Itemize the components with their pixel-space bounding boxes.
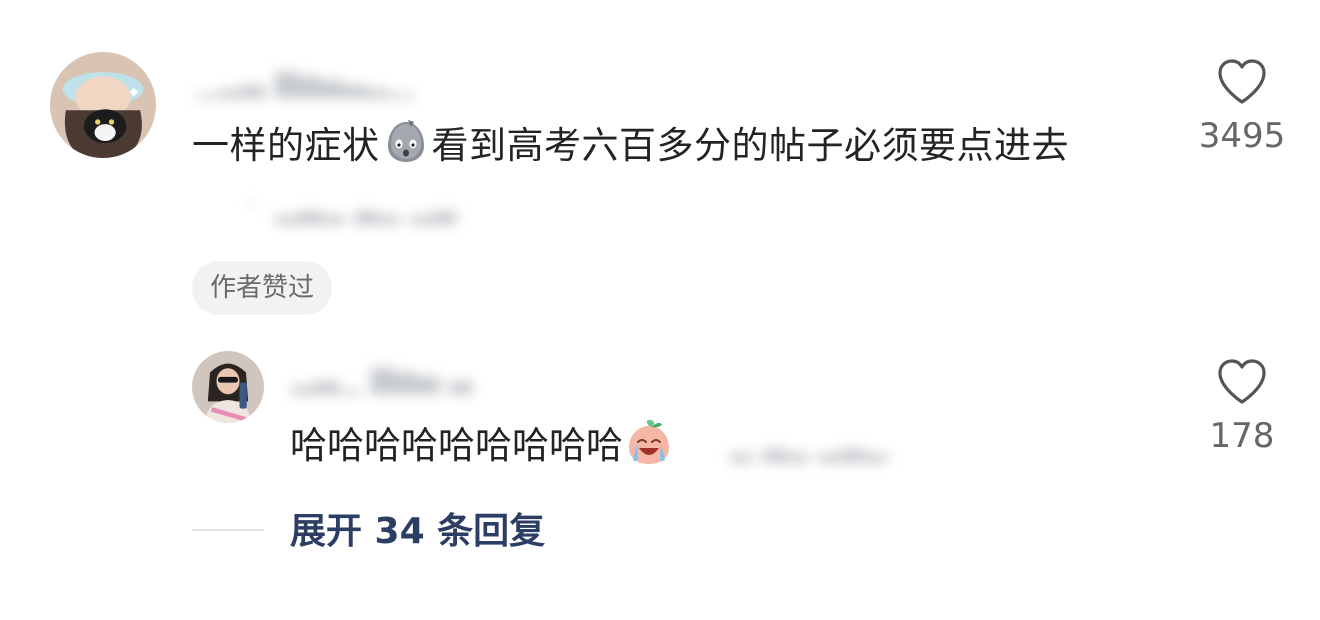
like-count: 178 — [1209, 416, 1275, 456]
reply-body: 哈哈哈哈哈哈哈哈哈 — [290, 416, 675, 476]
replier-avatar[interactable] — [192, 351, 264, 423]
blob-shocked-emoji-icon — [382, 118, 430, 166]
comment-text-part-2: 看到高考六百多分的帖子必须要点进去 — [431, 124, 1069, 167]
avatar-image — [192, 351, 264, 423]
comment-body: 一样的症状 看到高考六百多分的帖子必须要点进去 — [192, 114, 1132, 178]
divider — [192, 529, 264, 531]
reply-meta: ▂ ▃▂ ▂▃▂ — [730, 428, 888, 463]
reply-text: 哈哈哈哈哈哈哈哈哈 — [290, 424, 623, 467]
commenter-avatar[interactable] — [50, 52, 156, 158]
crying-laughing-peach-emoji-icon — [625, 418, 673, 466]
heart-icon[interactable] — [1216, 358, 1268, 406]
avatar-image — [50, 52, 156, 158]
expand-replies-button[interactable]: 展开 34 条回复 — [290, 502, 545, 554]
replier-name[interactable]: ▂▃▁ ▆▅▄ ▃ — [292, 360, 642, 396]
comment-like[interactable]: 3495 — [1196, 58, 1288, 156]
author-liked-badge: 作者赞过 — [192, 261, 333, 315]
heart-icon[interactable] — [1216, 58, 1268, 106]
commenter-name[interactable]: ▁▂▃ ▆▅▄▃▂▁ — [196, 64, 526, 100]
comment-meta: ⠂ ▂▃▂ ▃▂ ▂▃ — [244, 190, 457, 225]
like-count: 3495 — [1198, 116, 1286, 156]
reply-like[interactable]: 178 — [1196, 358, 1288, 456]
comment-text-part-1: 一样的症状 — [192, 124, 380, 167]
